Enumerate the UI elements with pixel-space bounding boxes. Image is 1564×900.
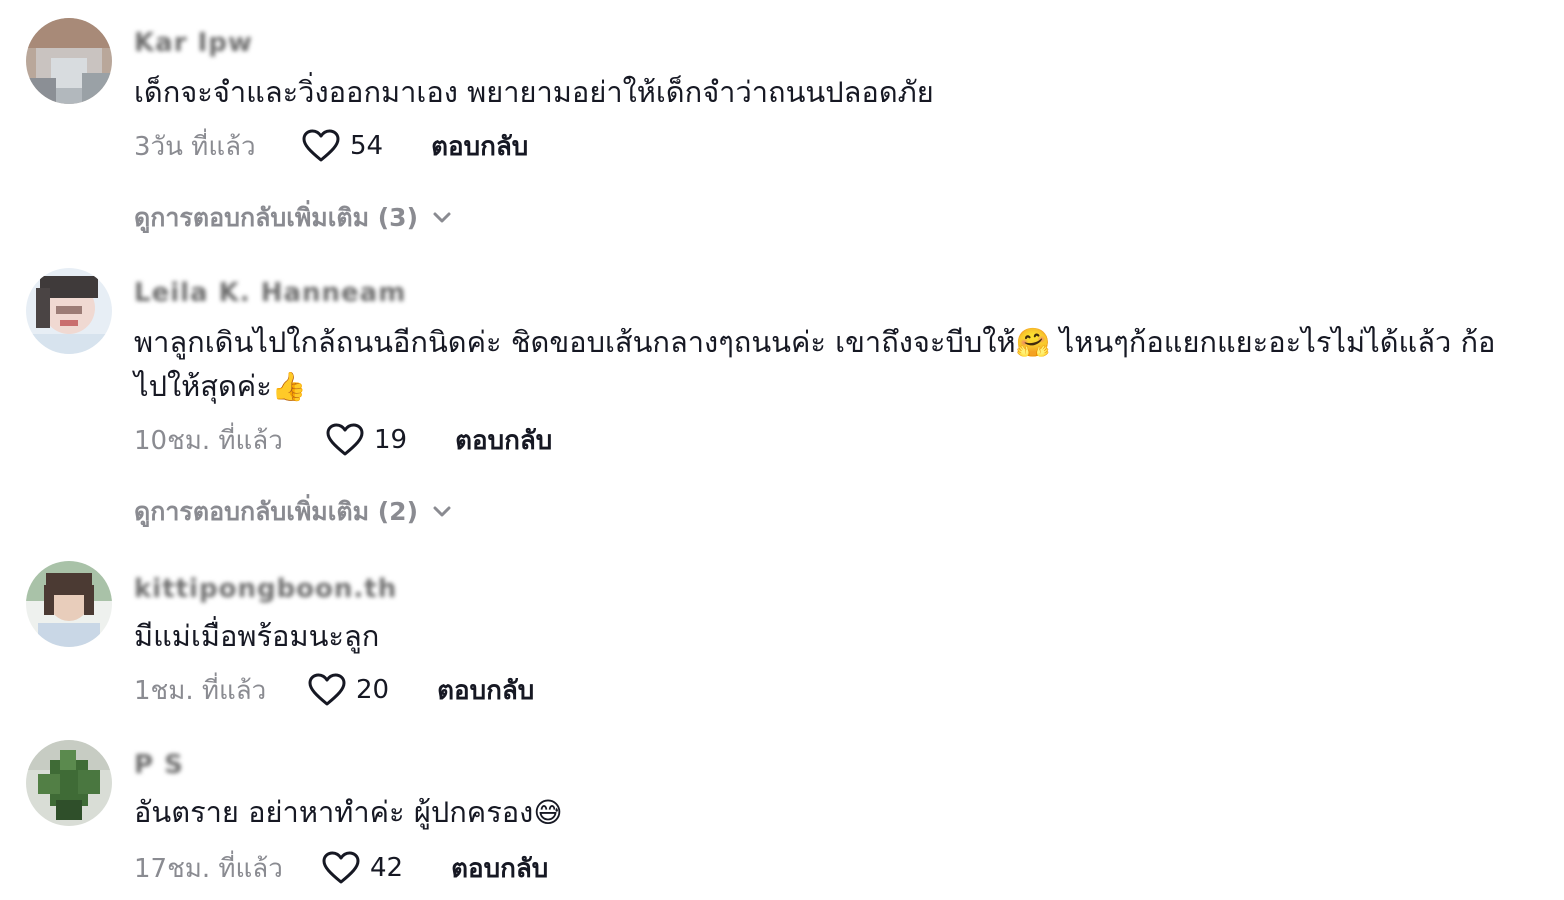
view-more-replies-label: ดูการตอบกลับเพิ่มเติม (2) xyxy=(134,497,418,526)
reply-button[interactable]: ตอบกลับ xyxy=(431,126,528,167)
comment-time: 10ชม. ที่แล้ว xyxy=(134,425,283,456)
heart-outline-icon xyxy=(308,673,346,706)
comment-time: 17ชม. ที่แล้ว xyxy=(134,853,283,884)
avatar[interactable] xyxy=(26,268,112,354)
comment-text-segment: ไหนๆก้อแยกแยะอะไรไม่ได้แล้ว ก้อ xyxy=(1050,325,1496,359)
view-more-replies-label: ดูการตอบกลับเพิ่มเติม (3) xyxy=(134,203,418,232)
hugging-face-emoji: 🤗 xyxy=(1015,326,1051,359)
avatar[interactable] xyxy=(26,740,112,826)
comment-username[interactable]: Kar Ipw xyxy=(134,28,253,58)
like-button[interactable]: 19 xyxy=(326,423,407,457)
comment-meta: 10ชม. ที่แล้ว 19 ตอบกลับ xyxy=(134,420,552,460)
view-more-replies-button[interactable]: ดูการตอบกลับเพิ่มเติม (2) xyxy=(134,492,452,532)
comment-time: 1ชม. ที่แล้ว xyxy=(134,675,267,706)
heart-outline-icon xyxy=(326,423,364,456)
thumbs-up-emoji: 👍 xyxy=(271,370,307,403)
like-button[interactable]: 42 xyxy=(322,851,403,885)
avatar[interactable] xyxy=(26,18,112,104)
like-count: 42 xyxy=(370,853,404,883)
comment-text-segment: ไปให้สุดค่ะ xyxy=(134,369,272,403)
avatar[interactable] xyxy=(26,561,112,647)
grinning-sweat-emoji: 😅 xyxy=(533,796,563,829)
comment-meta: 1ชม. ที่แล้ว 20 ตอบกลับ xyxy=(134,670,534,710)
heart-outline-icon xyxy=(322,851,360,884)
comment-text: อันตราย อย่าหาทำค่ะ ผู้ปกครอง😅 xyxy=(134,790,563,835)
chevron-down-icon xyxy=(433,506,451,517)
heart-outline-icon xyxy=(302,129,340,162)
comment-text: มีแม่เมื่อพร้อมนะลูก xyxy=(134,619,380,653)
like-count: 54 xyxy=(350,131,384,161)
comment-username[interactable]: Leila K. Hanneam xyxy=(134,278,406,308)
comment-text: เด็กจะจำและวิ่งออกมาเอง พยายามอย่าให้เด็… xyxy=(134,75,934,109)
reply-button[interactable]: ตอบกลับ xyxy=(437,670,534,711)
chevron-down-icon xyxy=(433,212,451,223)
like-count: 20 xyxy=(356,675,390,705)
view-more-replies-button[interactable]: ดูการตอบกลับเพิ่มเติม (3) xyxy=(134,198,452,238)
comment-time: 3วัน ที่แล้ว xyxy=(134,131,256,162)
comment-meta: 17ชม. ที่แล้ว 42 ตอบกลับ xyxy=(134,848,548,888)
like-count: 19 xyxy=(374,425,408,455)
like-button[interactable]: 54 xyxy=(302,129,383,163)
reply-button[interactable]: ตอบกลับ xyxy=(455,420,552,461)
comment-username[interactable]: P S xyxy=(134,750,184,780)
comment-text-segment: อันตราย อย่าหาทำค่ะ ผู้ปกครอง xyxy=(134,795,534,829)
comment-meta: 3วัน ที่แล้ว 54 ตอบกลับ xyxy=(134,126,528,166)
comment-text: พาลูกเดินไปใกล้ถนนอีกนิดค่ะ ชิดขอบเส้นกล… xyxy=(134,320,1495,365)
comment-username[interactable]: kittipongboon.th xyxy=(134,574,397,604)
comment-text-segment: พาลูกเดินไปใกล้ถนนอีกนิดค่ะ ชิดขอบเส้นกล… xyxy=(134,325,1016,359)
comment-text: ไปให้สุดค่ะ👍 xyxy=(134,364,307,409)
like-button[interactable]: 20 xyxy=(308,673,389,707)
reply-button[interactable]: ตอบกลับ xyxy=(451,848,548,889)
